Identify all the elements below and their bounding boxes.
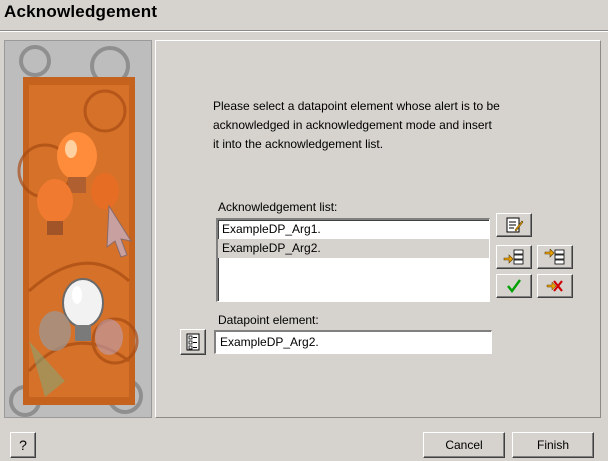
- cancel-button-label: Cancel: [445, 438, 483, 452]
- confirm-button[interactable]: [496, 274, 532, 298]
- help-button[interactable]: ?: [10, 432, 36, 458]
- wizard-illustration: [4, 40, 152, 418]
- checkmark-icon: [507, 279, 521, 293]
- list-item[interactable]: ExampleDP_Arg1.: [218, 220, 489, 239]
- lightbulb-illustration: [5, 41, 151, 417]
- help-button-label: ?: [19, 437, 27, 453]
- delete-icon: [546, 280, 563, 292]
- datapoint-selector-icon: [186, 333, 200, 351]
- insert-after-button[interactable]: [537, 245, 573, 269]
- ack-list[interactable]: ExampleDP_Arg1. ExampleDP_Arg2.: [216, 218, 490, 302]
- datapoint-selector-button[interactable]: [180, 329, 206, 355]
- ack-list-label: Acknowledgement list:: [218, 200, 338, 214]
- datapoint-label: Datapoint element:: [218, 313, 319, 327]
- edit-button[interactable]: [496, 213, 532, 237]
- title-separator: [0, 30, 608, 32]
- insert-button[interactable]: [496, 245, 532, 269]
- list-item[interactable]: ExampleDP_Arg2.: [218, 239, 489, 258]
- cancel-button[interactable]: Cancel: [423, 432, 505, 458]
- insert-after-icon: [544, 249, 565, 265]
- finish-button-label: Finish: [536, 438, 569, 452]
- edit-icon: [506, 217, 524, 233]
- insert-icon: [503, 249, 524, 265]
- datapoint-element-input[interactable]: ExampleDP_Arg2.: [214, 330, 492, 354]
- instruction-text: Please select a datapoint element whose …: [213, 99, 500, 151]
- finish-button[interactable]: Finish: [512, 432, 594, 458]
- delete-button[interactable]: [537, 274, 573, 298]
- window-title: Acknowledgement: [4, 2, 158, 21]
